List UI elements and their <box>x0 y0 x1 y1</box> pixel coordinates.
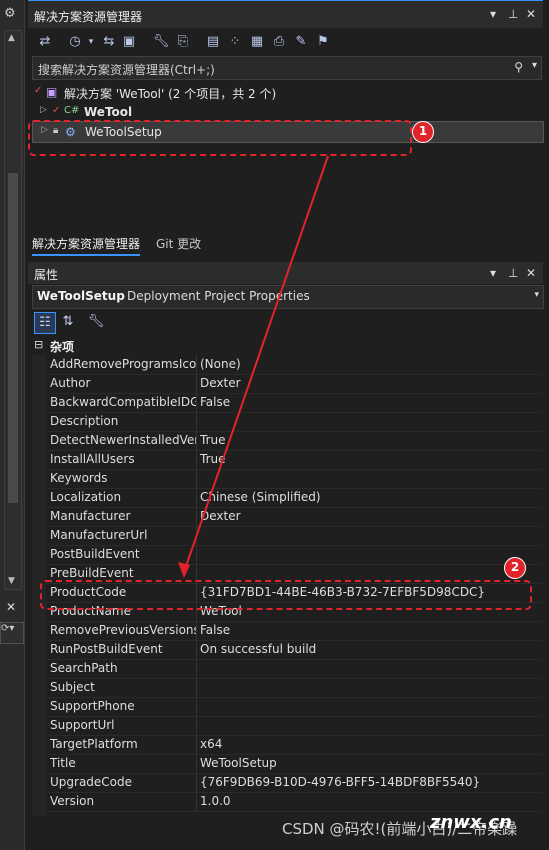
annotation-arrow <box>178 155 329 578</box>
znwx-watermark: znwx.cn <box>430 812 512 833</box>
